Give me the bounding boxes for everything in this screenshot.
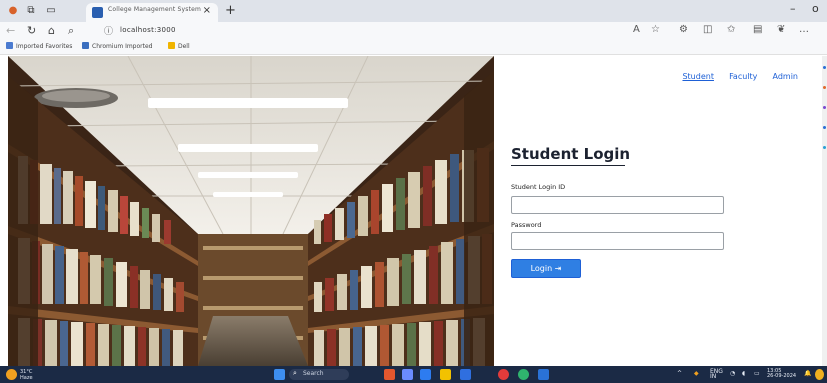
browser-tab-strip: ● ⧉ ▭ College Management System × + – o (0, 0, 827, 22)
weather-widget[interactable]: 31°C Haze (20, 369, 33, 381)
tray-app-icon[interactable]: ◆ (694, 370, 699, 377)
app-icon[interactable] (384, 369, 395, 380)
start-icon[interactable] (274, 369, 285, 380)
tab-close-icon[interactable]: × (203, 5, 211, 16)
edge-icon[interactable] (420, 369, 431, 380)
nav-student-link[interactable]: Student (682, 72, 714, 81)
copilot-icon[interactable]: ❦ (777, 24, 785, 35)
mail-icon[interactable] (538, 369, 549, 380)
home-icon[interactable]: ⌂ (48, 24, 55, 37)
sidebar-search-icon[interactable] (823, 66, 826, 69)
read-aloud-icon[interactable]: A (633, 24, 640, 35)
brave-icon[interactable] (498, 369, 509, 380)
bookmarks-bar: Imported Favorites Chromium Imported Del… (0, 40, 827, 55)
file-explorer-icon[interactable] (440, 369, 451, 380)
weather-icon[interactable] (6, 369, 17, 380)
password-label: Password (511, 221, 542, 229)
library-hero-image (8, 56, 494, 366)
url-text[interactable]: localhost:3000 (120, 26, 176, 34)
browser-sidebar (822, 56, 827, 366)
restore-button[interactable]: o (812, 2, 819, 15)
split-screen-icon[interactable]: ◫ (703, 24, 712, 35)
nav-admin-link[interactable]: Admin (773, 72, 799, 81)
more-menu-icon[interactable]: … (799, 24, 809, 35)
site-info-icon[interactable]: ⓘ (104, 24, 113, 37)
chrome-icon[interactable] (518, 369, 529, 380)
page-title: Student Login (511, 145, 631, 163)
taskbar-search[interactable]: ⌕ Search (289, 369, 349, 380)
weather-desc: Haze (20, 375, 33, 381)
copilot-taskbar-icon[interactable] (815, 369, 824, 380)
search-icon: ⌕ (293, 369, 297, 377)
address-bar[interactable]: ⓘ localhost:3000 (104, 24, 460, 38)
refresh-icon[interactable]: ↻ (27, 24, 36, 37)
profile-icon[interactable]: ● (6, 4, 20, 18)
library-illustration (8, 56, 494, 366)
language-indicator[interactable]: ENG IN (710, 369, 723, 380)
language-sub: IN (710, 373, 717, 380)
password-input[interactable] (511, 232, 724, 250)
volume-icon[interactable]: ◖ (742, 370, 745, 377)
sidebar-outlook-icon[interactable] (823, 126, 826, 129)
tab-actions-icon[interactable]: ▭ (44, 4, 58, 18)
browser-tab[interactable]: College Management System × (86, 3, 218, 22)
back-icon[interactable]: ← (6, 24, 15, 37)
new-tab-button[interactable]: + (225, 3, 236, 18)
tab-title: College Management System (108, 6, 202, 13)
workspaces-icon[interactable]: ⧉ (24, 4, 38, 18)
tray-chevron-icon[interactable]: ^ (677, 370, 682, 377)
minimize-button[interactable]: – (790, 2, 796, 15)
tab-favicon-icon (92, 7, 103, 18)
bookmark-item[interactable]: Chromium Imported (82, 42, 152, 50)
student-id-input[interactable] (511, 196, 724, 214)
search-icon[interactable]: ⌕ (68, 24, 74, 38)
title-underline (511, 165, 625, 166)
bookmark-folder-icon (82, 42, 89, 49)
wifi-icon[interactable]: ◔ (730, 370, 735, 377)
vscode-icon[interactable] (460, 369, 471, 380)
nav-faculty-link[interactable]: Faculty (729, 72, 757, 81)
extensions-icon[interactable]: ⚙ (679, 24, 688, 35)
sidebar-tools-icon[interactable] (823, 106, 826, 109)
battery-icon[interactable]: ▭ (754, 370, 760, 377)
favorites-icon[interactable]: ✩ (727, 24, 735, 35)
favorite-star-icon[interactable]: ☆ (651, 24, 660, 35)
student-id-label: Student Login ID (511, 183, 566, 191)
search-placeholder: Search (303, 370, 324, 377)
collections-icon[interactable]: ▤ (753, 24, 762, 35)
notification-icon[interactable]: 🔔 (804, 370, 811, 377)
address-bar-row: ← ↻ ⌂ ⌕ ⓘ localhost:3000 A ☆ ⚙ ◫ ✩ ▤ ❦ … (0, 22, 827, 40)
task-view-icon[interactable] (402, 369, 413, 380)
clock[interactable]: 13:05 26-09-2024 (767, 369, 796, 379)
top-navigation: Student Faculty Admin (672, 64, 798, 83)
sidebar-shopping-icon[interactable] (823, 86, 826, 89)
bookmark-item[interactable]: Dell (168, 42, 190, 50)
clock-date: 26-09-2024 (767, 373, 797, 379)
windows-taskbar: 31°C Haze ⌕ Search ^ ◆ ENG IN ◔ ◖ ▭ 13:0… (0, 366, 827, 383)
bookmark-folder-icon (168, 42, 175, 49)
sidebar-games-icon[interactable] (823, 146, 826, 149)
login-panel: Student Faculty Admin Student Login Stud… (494, 56, 822, 366)
bookmark-item[interactable]: Imported Favorites (6, 42, 72, 50)
login-button[interactable]: Login ⇥ (511, 259, 581, 278)
bookmark-folder-icon (6, 42, 13, 49)
